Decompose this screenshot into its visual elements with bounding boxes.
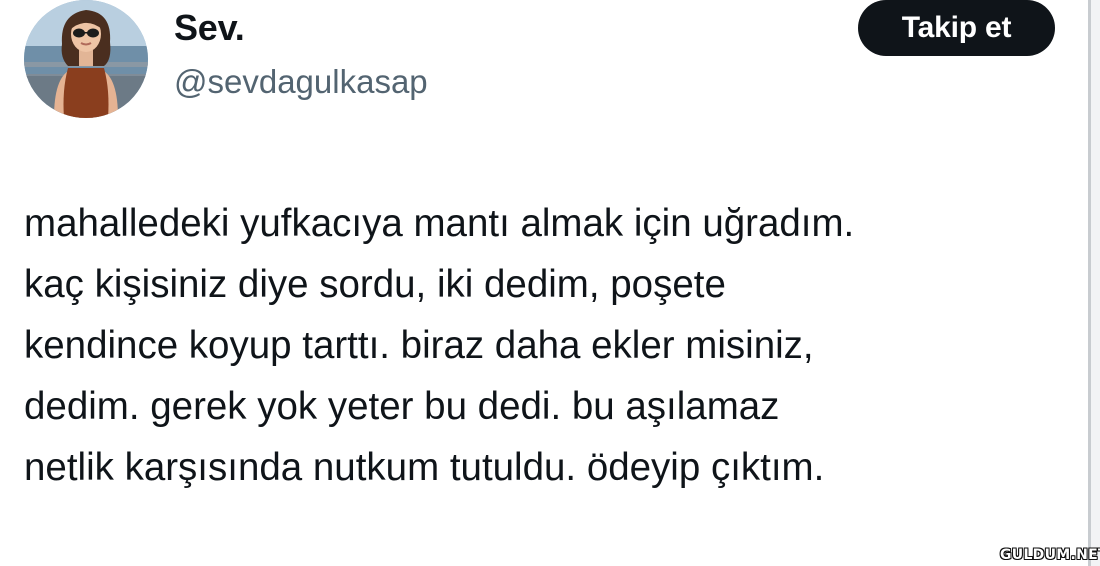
follow-button[interactable]: Takip et <box>858 0 1055 56</box>
tweet-text-line: dedim. gerek yok yeter bu dedi. bu aşıla… <box>24 385 780 428</box>
tweet-card: Sev. @sevdagulkasap Takip et mahalledeki… <box>0 0 1088 566</box>
tweet-text: mahalledeki yufkacıya mantı almak için u… <box>24 193 1074 498</box>
watermark: GULDUM.NET <box>1000 547 1100 563</box>
display-name[interactable]: Sev. <box>174 8 245 48</box>
tweet-text-line: kaç kişisiniz diye sordu, iki dedim, poş… <box>24 263 726 306</box>
tweet-text-line: netlik karşısında nutkum tutuldu. ödeyip… <box>24 446 825 489</box>
tweet-text-line: kendince koyup tarttı. biraz daha ekler … <box>24 324 814 367</box>
user-handle[interactable]: @sevdagulkasap <box>174 62 428 102</box>
scrollbar[interactable] <box>1088 0 1100 566</box>
profile-photo <box>24 0 148 118</box>
tweet-text-line: mahalledeki yufkacıya mantı almak için u… <box>24 202 855 245</box>
avatar[interactable] <box>24 0 148 118</box>
